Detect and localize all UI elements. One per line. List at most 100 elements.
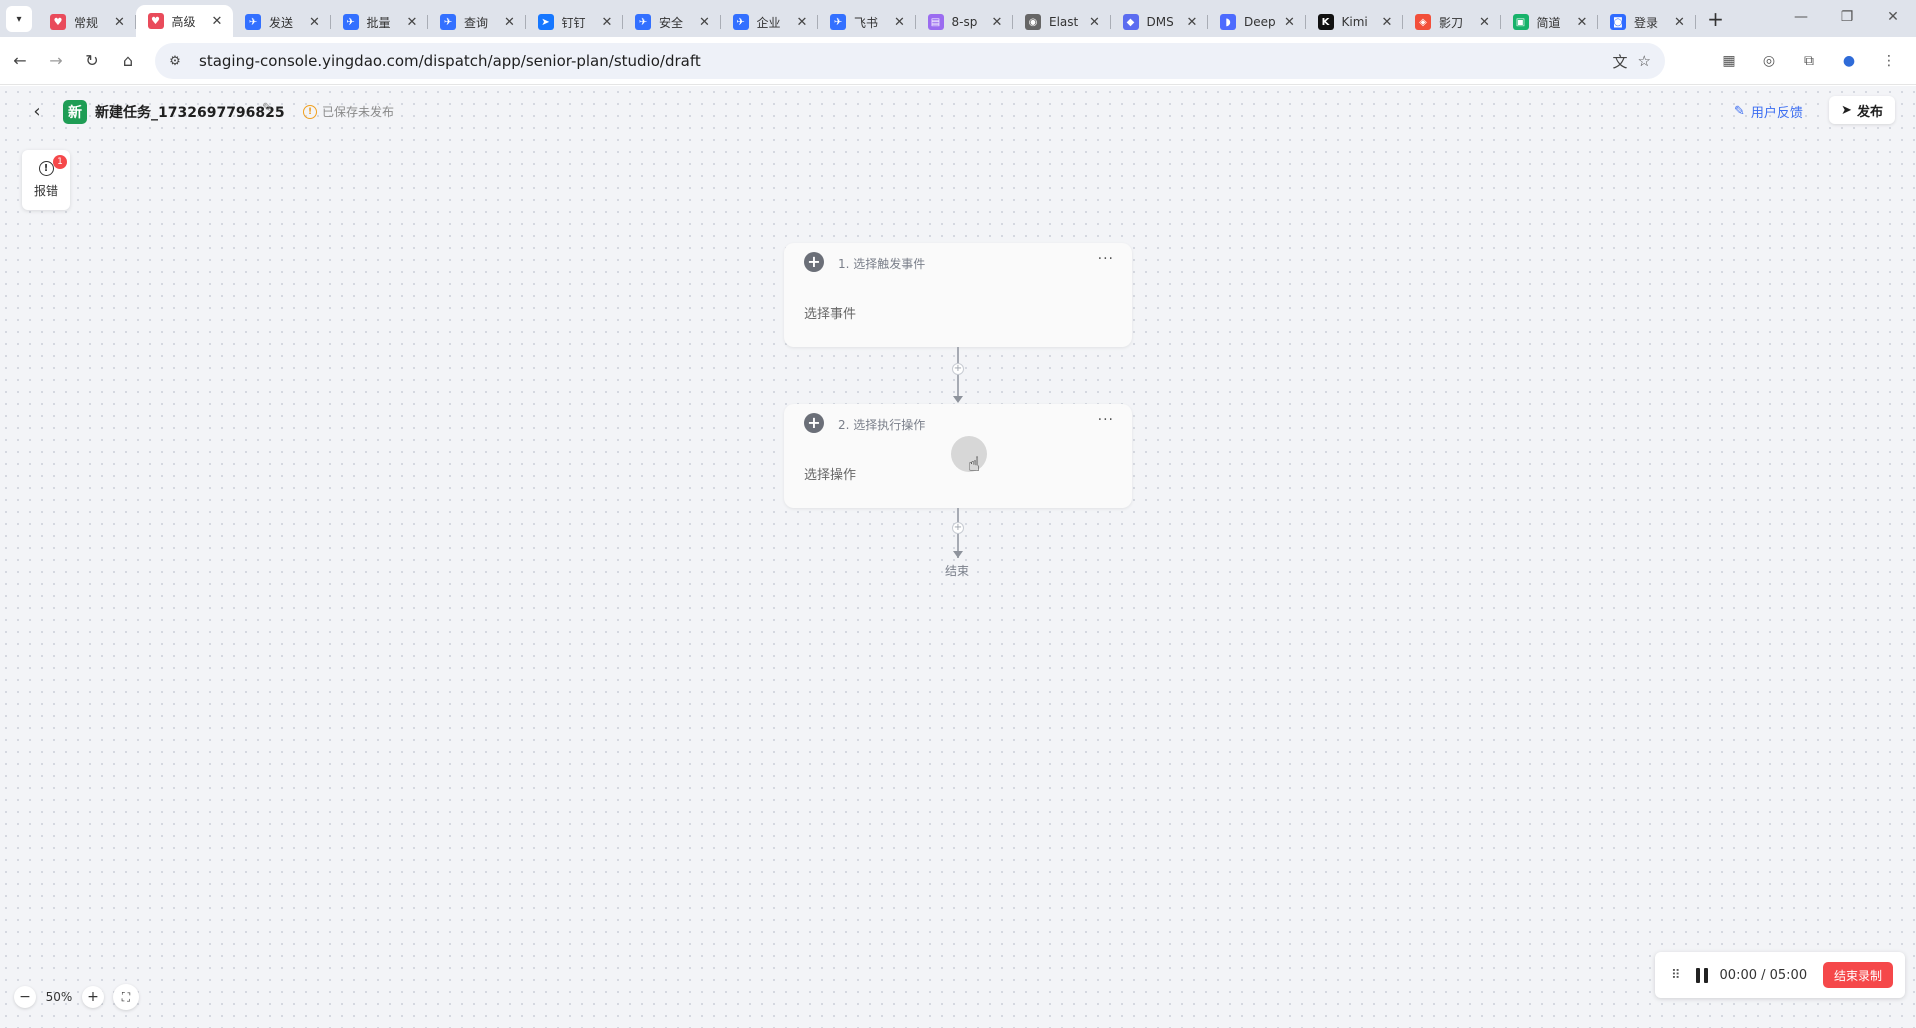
edit-pencil-icon[interactable]: ✎ xyxy=(262,101,273,116)
more-options-icon[interactable]: ··· xyxy=(1098,251,1114,267)
zoom-out-icon[interactable]: − xyxy=(14,986,36,1008)
task-logo: 新 xyxy=(63,100,87,124)
browser-tab-strip: ▾ ♥ 常规 ✕ ♥ 高级 ✕ ✈ 发送 ✕ ✈ 批量 ✕ ✈ 查询 ✕ ➤ 钉钉 ✕ ✈ 安全 ✕ ✈ 企业 ✕ ✈ 飞书 ✕ ▤ 8… xyxy=(0,0,1916,37)
add-circle-icon[interactable]: + xyxy=(804,252,824,272)
browser-tab[interactable]: ✈ 企业 ✕ xyxy=(721,7,819,37)
dingtalk-icon: ➤ xyxy=(537,14,554,30)
tab-close-icon[interactable]: ✕ xyxy=(404,14,420,30)
minimize-icon[interactable]: — xyxy=(1778,0,1824,34)
error-label: 报错 xyxy=(33,184,58,198)
forward-arrow-icon[interactable]: → xyxy=(40,45,72,77)
browser-tab[interactable]: ◈ 影刀 ✕ xyxy=(1403,7,1501,37)
tab-close-icon[interactable]: ✕ xyxy=(307,14,323,30)
close-window-icon[interactable]: ✕ xyxy=(1870,0,1916,34)
extension-icon[interactable]: ◎ xyxy=(1756,48,1782,74)
zoom-in-icon[interactable]: + xyxy=(82,986,104,1008)
browser-tab[interactable]: ✈ 安全 ✕ xyxy=(623,7,721,37)
node-body[interactable]: 选择事件 xyxy=(804,303,856,322)
back-icon[interactable]: ‹ xyxy=(26,100,48,122)
browser-tab[interactable]: ▤ 8-sp ✕ xyxy=(916,7,1014,37)
save-status: ! 已保存未发布 xyxy=(303,103,394,120)
url-text[interactable]: staging-console.yingdao.com/dispatch/app… xyxy=(199,52,701,70)
tab-close-icon[interactable]: ✕ xyxy=(209,13,225,29)
tab-title: Deep xyxy=(1244,15,1276,29)
browser-tab[interactable]: ✈ 查询 ✕ xyxy=(428,7,526,37)
tab-close-icon[interactable]: ✕ xyxy=(697,14,713,30)
insert-step-icon[interactable]: + xyxy=(952,522,964,534)
puzzle-icon[interactable]: ⧉ xyxy=(1796,48,1822,74)
address-bar[interactable]: ⚙ staging-console.yingdao.com/dispatch/a… xyxy=(155,43,1665,79)
tab-close-icon[interactable]: ✕ xyxy=(112,14,128,30)
map-pin-icon: ♥ xyxy=(50,14,66,30)
tab-close-icon[interactable]: ✕ xyxy=(794,14,810,30)
error-panel-button[interactable]: ! 报错 1 xyxy=(22,150,70,210)
tab-close-icon[interactable]: ✕ xyxy=(1282,14,1298,30)
add-circle-icon[interactable]: + xyxy=(804,413,824,433)
profile-avatar-icon[interactable]: ● xyxy=(1836,48,1862,74)
feishu-icon: ✈ xyxy=(245,14,261,30)
tab-close-icon[interactable]: ✕ xyxy=(599,14,615,30)
more-options-icon[interactable]: ··· xyxy=(1098,412,1114,428)
tab-title: 高级 xyxy=(171,14,196,29)
tab-search-chevron-icon[interactable]: ▾ xyxy=(6,6,32,32)
tab-title: 影刀 xyxy=(1439,15,1464,30)
browser-tab[interactable]: ◆ DMS ✕ xyxy=(1111,7,1209,37)
warning-icon: ! xyxy=(303,104,317,119)
yingdao-icon: ◈ xyxy=(1415,14,1431,30)
node-body[interactable]: 选择操作 xyxy=(804,464,856,483)
site-info-icon[interactable]: ⚙ xyxy=(161,47,189,75)
home-icon[interactable]: ⌂ xyxy=(112,45,144,77)
bookmark-star-icon[interactable]: ☆ xyxy=(1638,52,1651,70)
tab-close-icon[interactable]: ✕ xyxy=(1184,14,1200,30)
feishu-icon: ✈ xyxy=(830,14,846,30)
tab-close-icon[interactable]: ✕ xyxy=(1379,14,1395,30)
tab-close-icon[interactable]: ✕ xyxy=(892,14,908,30)
translate-icon[interactable]: 文 xyxy=(1613,51,1628,72)
browser-tab[interactable]: ◉ Elast ✕ xyxy=(1013,7,1111,37)
trigger-node[interactable]: + 1. 选择触发事件 ··· 选择事件 xyxy=(784,243,1132,347)
browser-tab[interactable]: ◗ Deep ✕ xyxy=(1208,7,1306,37)
qr-code-icon[interactable]: ▦ xyxy=(1716,48,1742,74)
node-title: 2. 选择执行操作 xyxy=(838,418,926,432)
reload-icon[interactable]: ↻ xyxy=(76,45,108,77)
map-pin-icon: ♥ xyxy=(147,13,164,29)
publish-button[interactable]: ➤ 发布 xyxy=(1829,96,1895,124)
pause-icon[interactable] xyxy=(1695,967,1708,983)
insert-step-icon[interactable]: + xyxy=(952,363,964,375)
back-arrow-icon[interactable]: ← xyxy=(4,45,36,77)
new-tab-button[interactable]: + xyxy=(1702,5,1730,33)
browser-tab[interactable]: K Kimi ✕ xyxy=(1306,7,1404,37)
browser-tab[interactable]: ✈ 飞书 ✕ xyxy=(818,7,916,37)
error-count-badge: 1 xyxy=(53,155,67,169)
browser-tab[interactable]: ➤ 钉钉 ✕ xyxy=(526,7,624,37)
deepseek-icon: ◗ xyxy=(1220,14,1236,30)
hand-cursor-icon: ☝ xyxy=(968,452,981,476)
browser-tab[interactable]: ♥ 高级 ✕ xyxy=(135,5,233,37)
drag-handle-icon[interactable]: ⠿ xyxy=(1671,968,1680,983)
browser-tab[interactable]: ✈ 发送 ✕ xyxy=(233,7,331,37)
tab-close-icon[interactable]: ✕ xyxy=(1574,14,1590,30)
fullscreen-icon[interactable]: ⛶ xyxy=(113,984,139,1010)
restore-icon[interactable]: ❐ xyxy=(1824,0,1870,34)
zoom-level: 50% xyxy=(45,990,73,1004)
browser-tab[interactable]: ♥ 常规 ✕ xyxy=(38,7,136,37)
tab-close-icon[interactable]: ✕ xyxy=(1087,14,1103,30)
tab-close-icon[interactable]: ✕ xyxy=(1477,14,1493,30)
flow-editor-canvas[interactable]: ‹ 新 新建任务_1732697796825 ✎ ! 已保存未发布 ✎ 用户反馈… xyxy=(0,86,1916,1028)
feishu-icon: ✈ xyxy=(635,14,651,30)
node-title: 1. 选择触发事件 xyxy=(838,257,926,271)
kimi-icon: K xyxy=(1317,14,1334,30)
tab-close-icon[interactable]: ✕ xyxy=(989,14,1005,30)
user-feedback-link[interactable]: ✎ 用户反馈 xyxy=(1734,102,1803,121)
more-menu-icon[interactable]: ⋮ xyxy=(1876,48,1902,74)
tab-title: 发送 xyxy=(269,15,294,30)
browser-tab[interactable]: ✈ 批量 ✕ xyxy=(331,7,429,37)
tab-close-icon[interactable]: ✕ xyxy=(502,14,518,30)
save-status-text: 已保存未发布 xyxy=(322,105,395,119)
stop-recording-button[interactable]: 结束录制 xyxy=(1822,962,1893,988)
tab-close-icon[interactable]: ✕ xyxy=(1672,14,1688,30)
browser-tab[interactable]: ▣ 简道 ✕ xyxy=(1501,7,1599,37)
browser-tab[interactable]: ◙ 登录 ✕ xyxy=(1598,7,1696,37)
arrow-down-icon xyxy=(953,396,963,403)
tab-title: 批量 xyxy=(366,15,391,30)
